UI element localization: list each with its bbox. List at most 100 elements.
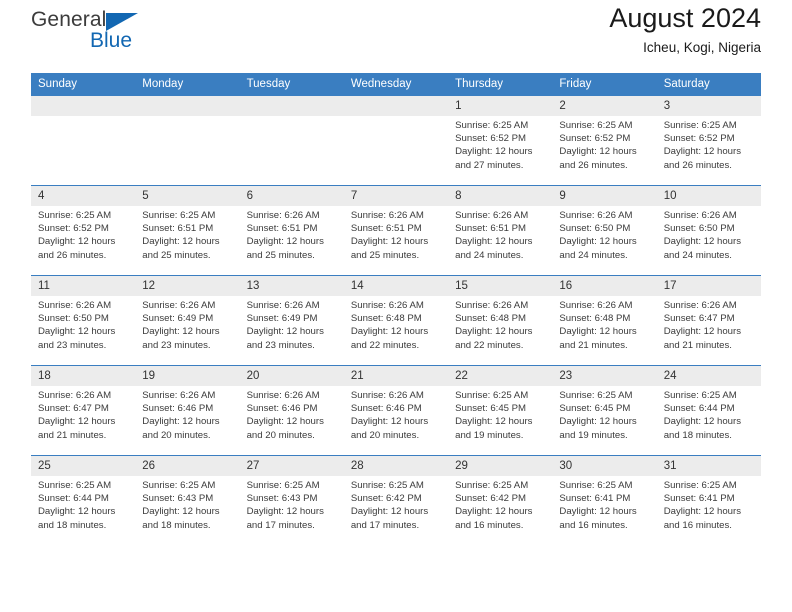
- sunrise-text: Sunrise: 6:25 AM: [142, 480, 216, 491]
- day-number: 13: [239, 276, 344, 296]
- daylight-text: Daylight: 12 hours and 27 minutes.: [455, 146, 533, 171]
- sunrise-text: Sunrise: 6:25 AM: [350, 480, 424, 491]
- daylight-text: Daylight: 12 hours and 16 minutes.: [455, 506, 533, 531]
- sunset-text: Sunset: 6:52 PM: [455, 133, 527, 145]
- day-info: Sunrise: 6:26 AM Sunset: 6:51 PM Dayligh…: [448, 206, 552, 262]
- page-header: General Blue August 2024 Icheu, Kogi, Ni…: [31, 0, 761, 73]
- day-cell[interactable]: 16 Sunrise: 6:26 AM Sunset: 6:48 PM Dayl…: [552, 275, 657, 366]
- day-cell[interactable]: 2 Sunrise: 6:25 AM Sunset: 6:52 PM Dayli…: [552, 95, 657, 186]
- day-info: Sunrise: 6:26 AM Sunset: 6:50 PM Dayligh…: [552, 206, 656, 262]
- day-cell[interactable]: 11 Sunrise: 6:26 AM Sunset: 6:50 PM Dayl…: [31, 275, 136, 366]
- day-number: 12: [135, 276, 240, 296]
- general-blue-logo[interactable]: General Blue: [31, 8, 151, 60]
- day-info: Sunrise: 6:25 AM Sunset: 6:45 PM Dayligh…: [448, 386, 552, 442]
- day-cell[interactable]: 10 Sunrise: 6:26 AM Sunset: 6:50 PM Dayl…: [656, 185, 761, 276]
- day-info: Sunrise: 6:26 AM Sunset: 6:46 PM Dayligh…: [240, 386, 344, 442]
- day-info: Sunrise: 6:26 AM Sunset: 6:50 PM Dayligh…: [657, 206, 761, 262]
- sunset-text: Sunset: 6:42 PM: [455, 493, 527, 505]
- day-cell[interactable]: 28 Sunrise: 6:25 AM Sunset: 6:42 PM Dayl…: [343, 455, 449, 546]
- day-cell[interactable]: 7 Sunrise: 6:26 AM Sunset: 6:51 PM Dayli…: [343, 185, 449, 276]
- day-cell[interactable]: 25 Sunrise: 6:25 AM Sunset: 6:44 PM Dayl…: [31, 455, 136, 546]
- sunset-text: Sunset: 6:52 PM: [38, 223, 109, 235]
- day-cell[interactable]: 19 Sunrise: 6:26 AM Sunset: 6:46 PM Dayl…: [135, 365, 240, 456]
- calendar-table: Sunday Monday Tuesday Wednesday Thursday…: [31, 73, 761, 546]
- day-cell[interactable]: 12 Sunrise: 6:26 AM Sunset: 6:49 PM Dayl…: [135, 275, 240, 366]
- title-block: August 2024 Icheu, Kogi, Nigeria: [609, 2, 761, 58]
- day-number: 31: [656, 456, 761, 476]
- day-cell-empty: [31, 95, 136, 186]
- day-cell[interactable]: 31 Sunrise: 6:25 AM Sunset: 6:41 PM Dayl…: [656, 455, 761, 546]
- day-number: 9: [552, 186, 657, 206]
- day-cell[interactable]: 13 Sunrise: 6:26 AM Sunset: 6:49 PM Dayl…: [239, 275, 344, 366]
- sunset-text: Sunset: 6:42 PM: [350, 493, 422, 505]
- day-cell[interactable]: 4 Sunrise: 6:25 AM Sunset: 6:52 PM Dayli…: [31, 185, 136, 276]
- sunrise-text: Sunrise: 6:25 AM: [663, 120, 737, 131]
- day-cell[interactable]: 30 Sunrise: 6:25 AM Sunset: 6:41 PM Dayl…: [552, 455, 657, 546]
- day-number: 27: [239, 456, 344, 476]
- daylight-text: Daylight: 12 hours and 25 minutes.: [350, 236, 429, 261]
- daylight-text: Daylight: 12 hours and 18 minutes.: [142, 506, 220, 531]
- day-cell[interactable]: 14 Sunrise: 6:26 AM Sunset: 6:48 PM Dayl…: [343, 275, 449, 366]
- day-number: 17: [656, 276, 761, 296]
- daylight-text: Daylight: 12 hours and 20 minutes.: [246, 416, 324, 441]
- day-cell[interactable]: 20 Sunrise: 6:26 AM Sunset: 6:46 PM Dayl…: [239, 365, 344, 456]
- day-info: Sunrise: 6:25 AM Sunset: 6:51 PM Dayligh…: [135, 206, 239, 262]
- day-cell[interactable]: 15 Sunrise: 6:26 AM Sunset: 6:48 PM Dayl…: [448, 275, 553, 366]
- day-info: Sunrise: 6:25 AM Sunset: 6:52 PM Dayligh…: [448, 116, 552, 172]
- day-info: Sunrise: 6:26 AM Sunset: 6:48 PM Dayligh…: [552, 296, 656, 352]
- day-number: 15: [448, 276, 553, 296]
- day-cell[interactable]: 6 Sunrise: 6:26 AM Sunset: 6:51 PM Dayli…: [239, 185, 344, 276]
- day-number: 4: [31, 186, 136, 206]
- day-cell[interactable]: 26 Sunrise: 6:25 AM Sunset: 6:43 PM Dayl…: [135, 455, 240, 546]
- day-cell[interactable]: 17 Sunrise: 6:26 AM Sunset: 6:47 PM Dayl…: [656, 275, 761, 366]
- sunrise-text: Sunrise: 6:25 AM: [246, 480, 320, 491]
- day-info: Sunrise: 6:26 AM Sunset: 6:48 PM Dayligh…: [344, 296, 448, 352]
- day-number: 28: [343, 456, 449, 476]
- daylight-text: Daylight: 12 hours and 17 minutes.: [246, 506, 324, 531]
- day-cell[interactable]: 8 Sunrise: 6:26 AM Sunset: 6:51 PM Dayli…: [448, 185, 553, 276]
- day-cell[interactable]: 27 Sunrise: 6:25 AM Sunset: 6:43 PM Dayl…: [239, 455, 344, 546]
- page-title: August 2024: [609, 3, 761, 33]
- calendar-body: 1 Sunrise: 6:25 AM Sunset: 6:52 PM Dayli…: [31, 95, 761, 546]
- sunrise-text: Sunrise: 6:25 AM: [559, 480, 633, 491]
- weekday-header-tuesday: Tuesday: [239, 73, 344, 96]
- sunset-text: Sunset: 6:52 PM: [559, 133, 631, 145]
- calendar-page: General Blue August 2024 Icheu, Kogi, Ni…: [0, 0, 792, 612]
- day-info: Sunrise: 6:25 AM Sunset: 6:45 PM Dayligh…: [552, 386, 656, 442]
- sunrise-text: Sunrise: 6:25 AM: [559, 390, 633, 401]
- weekday-header-thursday: Thursday: [448, 73, 553, 96]
- day-info: Sunrise: 6:26 AM Sunset: 6:49 PM Dayligh…: [240, 296, 344, 352]
- day-number: 19: [135, 366, 240, 386]
- day-info: Sunrise: 6:26 AM Sunset: 6:51 PM Dayligh…: [344, 206, 448, 262]
- day-cell[interactable]: 5 Sunrise: 6:25 AM Sunset: 6:51 PM Dayli…: [135, 185, 240, 276]
- sunset-text: Sunset: 6:48 PM: [350, 313, 422, 325]
- day-number: 25: [31, 456, 136, 476]
- day-cell[interactable]: 1 Sunrise: 6:25 AM Sunset: 6:52 PM Dayli…: [448, 95, 553, 186]
- day-cell[interactable]: 24 Sunrise: 6:25 AM Sunset: 6:44 PM Dayl…: [656, 365, 761, 456]
- daylight-text: Daylight: 12 hours and 26 minutes.: [38, 236, 116, 261]
- day-info: Sunrise: 6:25 AM Sunset: 6:43 PM Dayligh…: [135, 476, 239, 532]
- day-number: [343, 96, 449, 116]
- day-cell[interactable]: 23 Sunrise: 6:25 AM Sunset: 6:45 PM Dayl…: [552, 365, 657, 456]
- day-number: 24: [656, 366, 761, 386]
- day-cell[interactable]: 29 Sunrise: 6:25 AM Sunset: 6:42 PM Dayl…: [448, 455, 553, 546]
- day-cell[interactable]: 18 Sunrise: 6:26 AM Sunset: 6:47 PM Dayl…: [31, 365, 136, 456]
- daylight-text: Daylight: 12 hours and 24 minutes.: [559, 236, 637, 261]
- sunrise-text: Sunrise: 6:26 AM: [559, 210, 633, 221]
- day-cell[interactable]: 3 Sunrise: 6:25 AM Sunset: 6:52 PM Dayli…: [656, 95, 761, 186]
- sunrise-text: Sunrise: 6:26 AM: [350, 300, 424, 311]
- daylight-text: Daylight: 12 hours and 18 minutes.: [38, 506, 116, 531]
- calendar-week-row: 4 Sunrise: 6:25 AM Sunset: 6:52 PM Dayli…: [31, 185, 761, 276]
- day-cell-empty: [239, 95, 344, 186]
- calendar-week-row: 11 Sunrise: 6:26 AM Sunset: 6:50 PM Dayl…: [31, 275, 761, 366]
- day-info: Sunrise: 6:25 AM Sunset: 6:52 PM Dayligh…: [31, 206, 135, 262]
- day-cell[interactable]: 9 Sunrise: 6:26 AM Sunset: 6:50 PM Dayli…: [552, 185, 657, 276]
- day-cell[interactable]: 22 Sunrise: 6:25 AM Sunset: 6:45 PM Dayl…: [448, 365, 553, 456]
- sunset-text: Sunset: 6:51 PM: [246, 223, 318, 235]
- day-cell[interactable]: 21 Sunrise: 6:26 AM Sunset: 6:46 PM Dayl…: [343, 365, 449, 456]
- sunset-text: Sunset: 6:52 PM: [663, 133, 735, 145]
- daylight-text: Daylight: 12 hours and 23 minutes.: [246, 326, 324, 351]
- daylight-text: Daylight: 12 hours and 17 minutes.: [350, 506, 429, 531]
- weekday-header-saturday: Saturday: [656, 73, 761, 96]
- sunset-text: Sunset: 6:41 PM: [559, 493, 631, 505]
